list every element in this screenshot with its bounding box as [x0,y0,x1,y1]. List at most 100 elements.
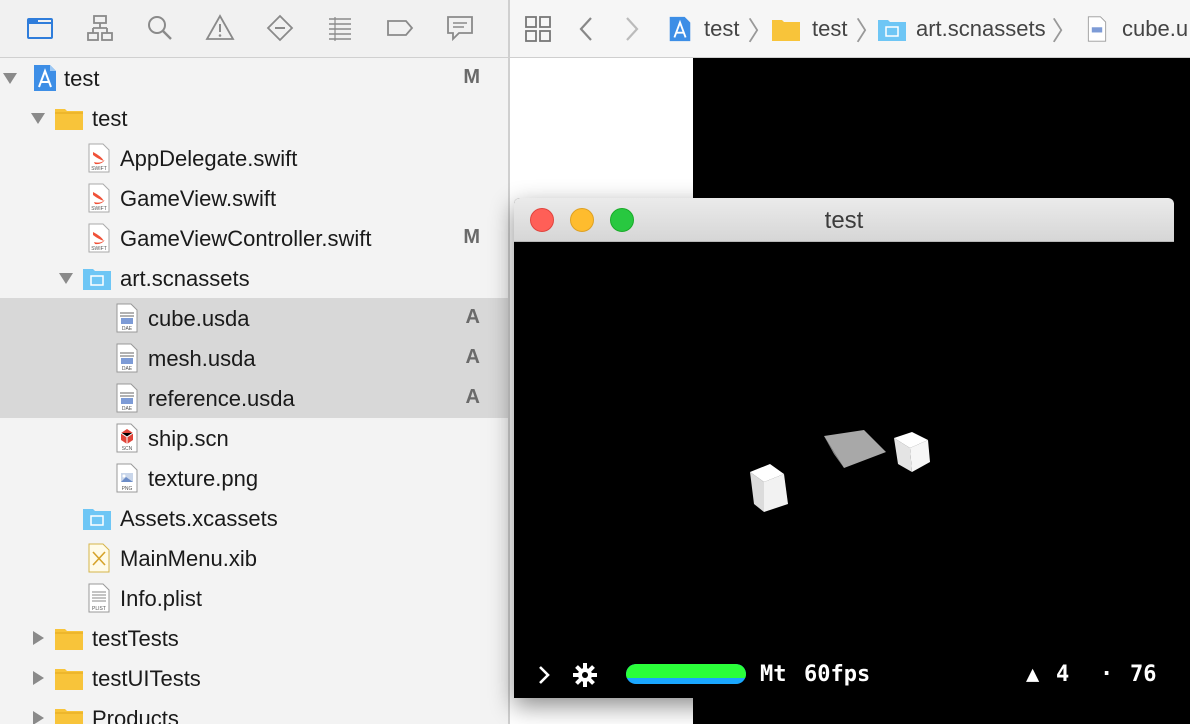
folder-blue-icon [82,263,112,293]
window-title: test [824,207,864,234]
tag-icon[interactable] [382,10,418,46]
breadcrumb-label: cube.u [1122,16,1189,41]
tree-row-mesh-usda[interactable]: DAE mesh.usda A [0,338,508,378]
triangle-count: 4 [1056,662,1070,687]
tree-label: testTests [92,626,179,651]
search-icon[interactable] [142,10,178,46]
chevron-right-icon[interactable] [536,664,552,686]
triangle-count-icon: ▲ [1026,662,1040,687]
tree-row-mainmenu-xib[interactable]: MainMenu.xib [0,538,508,578]
breadcrumb-scnassets[interactable]: art.scnassets 〉 [876,0,1078,57]
forward-icon[interactable] [622,0,642,57]
tree-label: GameViewController.swift [120,226,372,251]
tree-row-info-plist[interactable]: PLIST Info.plist [0,578,508,618]
cube-mesh [750,464,788,512]
tree-row-assets-xcassets[interactable]: Assets.xcassets [0,498,508,538]
related-items-icon[interactable] [524,0,552,57]
point-count: 76 [1130,662,1157,687]
tree-row-appdelegate[interactable]: SWIFT AppDelegate.swift [0,138,508,178]
breadcrumb-label: test [704,16,740,41]
png-file-icon: PNG [112,463,142,493]
plane-mesh [824,430,886,468]
scm-badge: M [463,226,480,248]
tree-label: Info.plist [120,586,202,611]
dae-file-icon [1087,16,1107,42]
cube-mesh [894,432,930,472]
tree-label: MainMenu.xib [120,546,257,571]
folder-yellow-icon [54,663,84,693]
icon-caption: SWIFT [91,246,107,252]
icon-caption: SWIFT [91,166,107,172]
hierarchy-icon[interactable] [82,10,118,46]
icon-caption: DAE [122,326,133,332]
scenekit-viewport[interactable] [514,242,1174,698]
tree-row-gameviewcontroller[interactable]: SWIFT GameViewController.swift M [0,218,508,258]
tree-label: cube.usda [148,306,250,331]
xcodeproj-icon [669,16,691,42]
tree-row-ship-scn[interactable]: SCN ship.scn [0,418,508,458]
tree-label: reference.usda [148,386,295,411]
scm-badge: A [465,346,480,368]
folder-icon[interactable] [22,10,58,46]
folder-blue-icon [82,503,112,533]
disclosure-expanded-icon[interactable] [58,270,74,286]
list-icon[interactable] [322,10,358,46]
tree-label: mesh.usda [148,346,256,371]
window-titlebar[interactable]: test [514,198,1174,242]
tree-row-folder-test[interactable]: test [0,98,508,138]
scm-badge: M [463,66,480,88]
icon-caption: DAE [122,366,133,372]
tree-row-cube-usda[interactable]: DAE cube.usda A [0,298,508,338]
disclosure-expanded-icon[interactable] [2,70,18,86]
comment-icon[interactable] [442,10,478,46]
tree-label: Products [92,706,179,724]
diamond-icon[interactable] [262,10,298,46]
breadcrumb-folder[interactable]: test 〉 [770,0,881,57]
game-window: test Mt 60fps ▲ 4 · 76 [514,198,1174,698]
disclosure-expanded-icon[interactable] [30,110,46,126]
tree-label: art.scnassets [120,266,250,291]
tree-row-testuitests[interactable]: testUITests [0,658,508,698]
disclosure-collapsed-icon[interactable] [30,630,46,646]
disclosure-collapsed-icon[interactable] [30,670,46,686]
tree-row-art-scnassets[interactable]: art.scnassets [0,258,508,298]
breadcrumb-label: test [812,16,848,41]
folder-yellow-icon [54,623,84,653]
tree-label: AppDelegate.swift [120,146,298,171]
scm-badge: A [465,386,480,408]
gear-icon[interactable] [572,662,598,688]
fps-meter-fill [626,664,746,678]
tree-label: test [92,106,128,131]
icon-caption: SCN [122,446,133,452]
breadcrumb-file[interactable]: cube.u [1084,0,1189,57]
icon-caption: DAE [122,406,133,412]
breadcrumb-label: art.scnassets [916,16,1046,41]
tree-row-gameview[interactable]: SWIFT GameView.swift [0,178,508,218]
point-count-icon: · [1100,662,1114,687]
folder-yellow-icon [54,703,84,724]
tree-row-reference-usda[interactable]: DAE reference.usda A [0,378,508,418]
back-icon[interactable] [576,0,596,57]
tree-row-testtests[interactable]: testTests [0,618,508,658]
project-navigator: test M test SWIFT AppDelegate.swift SWIF… [0,0,508,724]
breadcrumb-project[interactable]: test 〉 [666,0,773,57]
swift-file-icon: SWIFT [84,223,114,253]
plist-file-icon: PLIST [84,583,114,613]
renderer-label: Mt [760,662,787,687]
disclosure-collapsed-icon[interactable] [30,710,46,724]
fps-label: 60fps [804,662,871,687]
tree-label: Assets.xcassets [120,506,278,531]
tree-row-products[interactable]: Products [0,698,508,724]
icon-caption: PNG [122,486,133,492]
folder-yellow-icon [772,20,800,41]
scn-file-icon: SCN [112,423,142,453]
tree-row-texture-png[interactable]: PNG texture.png [0,458,508,498]
tree-label: ship.scn [148,426,229,451]
icon-caption: SWIFT [91,206,107,212]
warning-icon[interactable] [202,10,238,46]
scene-render [750,430,930,512]
fps-meter [626,664,746,684]
dae-file-icon: DAE [112,303,142,333]
tree-row-project-test[interactable]: test M [0,58,508,98]
tree-label: testUITests [92,666,201,691]
